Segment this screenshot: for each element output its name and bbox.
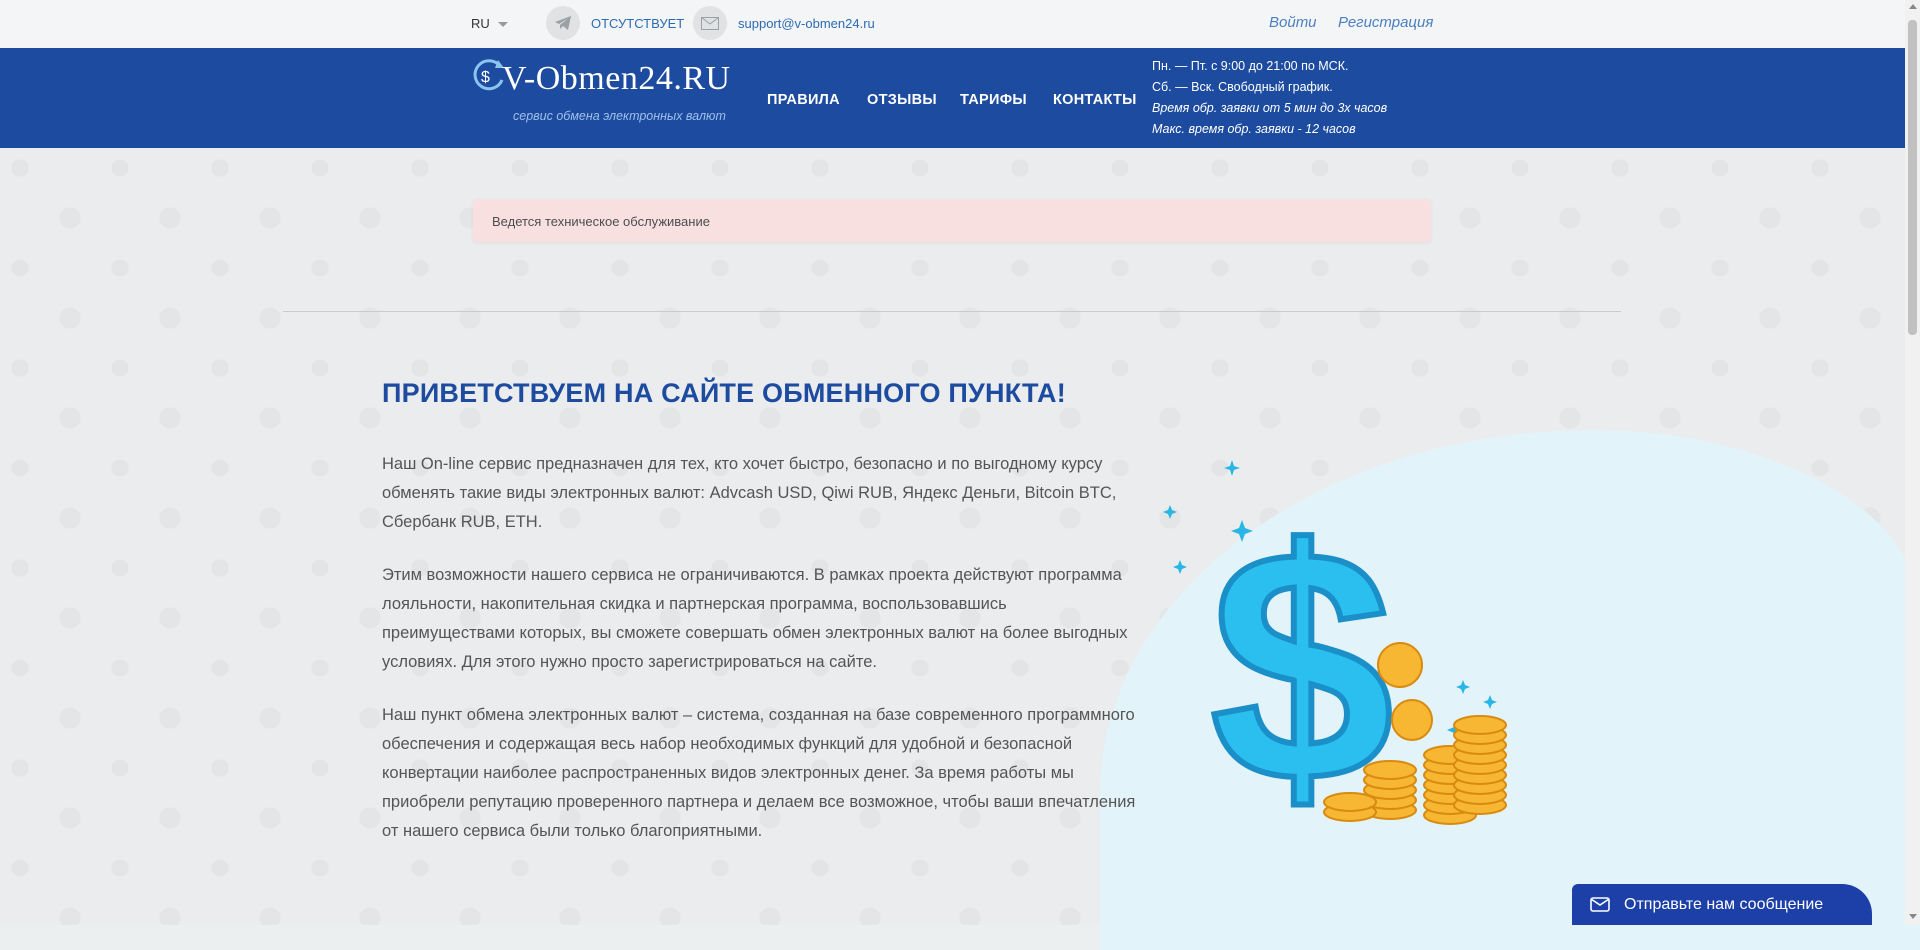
divider: [283, 311, 1621, 312]
maintenance-notice: Ведется техническое обслуживание: [473, 199, 1431, 242]
logo-subtitle: сервис обмена электронных валют: [513, 109, 726, 123]
nav-rules[interactable]: ПРАВИЛА: [767, 92, 840, 108]
logo-text: V-Obmen24.RU: [502, 60, 731, 97]
scrollbar-thumb[interactable]: [1908, 20, 1917, 335]
register-link[interactable]: Регистрация: [1338, 14, 1433, 31]
intro-paragraph: Наш On-line сервис предназначен для тех,…: [382, 455, 1117, 531]
site-header: $ V-Obmen24.RU сервис обмена электронных…: [0, 48, 1905, 148]
telegram-link[interactable]: ОТСУТСТВУЕТ: [591, 16, 684, 31]
dollar-coins-illustration: $: [1163, 460, 1507, 850]
schedule-line: Время обр. заявки от 5 мин до 3х часов: [1152, 101, 1388, 115]
support-email-link[interactable]: support@v-obmen24.ru: [738, 16, 875, 31]
nav-reviews[interactable]: ОТЗЫВЫ: [867, 92, 937, 108]
logo-dollar-icon: $: [473, 59, 504, 91]
language-label: RU: [471, 16, 490, 31]
scroll-up-icon[interactable]: [1909, 4, 1917, 9]
telegram-icon[interactable]: [546, 6, 580, 40]
chevron-down-icon: [497, 22, 508, 28]
login-link[interactable]: Войти: [1269, 14, 1317, 31]
intro-paragraph: Этим возможности нашего сервиса не огран…: [382, 566, 1128, 671]
page-title: ПРИВЕТСТВУЕМ НА САЙТЕ ОБМЕННОГО ПУНКТА!: [382, 378, 1066, 408]
chat-envelope-icon: [1590, 897, 1610, 912]
nav-tariffs[interactable]: ТАРИФЫ: [960, 92, 1027, 108]
svg-text:$: $: [481, 69, 490, 86]
schedule-line: Пн. — Пт. с 9:00 до 21:00 по МСК.: [1152, 59, 1349, 73]
chat-button-label: Отправьте нам сообщение: [1624, 896, 1824, 913]
working-hours: Пн. — Пт. с 9:00 до 21:00 по МСК. Сб. — …: [1152, 56, 1387, 140]
schedule-line: Макс. время обр. заявки - 12 часов: [1152, 122, 1356, 136]
intro-paragraph: Наш пункт обмена электронных валют – сис…: [382, 706, 1136, 840]
scroll-down-icon[interactable]: [1909, 914, 1917, 919]
chat-button[interactable]: Отправьте нам сообщение: [1572, 884, 1872, 925]
mail-icon[interactable]: [693, 6, 727, 40]
top-bar: RU ОТСУТСТВУЕТ support@v-obmen24.ru Войт…: [0, 0, 1905, 48]
schedule-line: Сб. — Вск. Свободный график.: [1152, 80, 1333, 94]
notice-text: Ведется техническое обслуживание: [492, 214, 710, 229]
nav-contacts[interactable]: КОНТАКТЫ: [1053, 92, 1137, 108]
language-selector[interactable]: RU: [471, 16, 508, 31]
